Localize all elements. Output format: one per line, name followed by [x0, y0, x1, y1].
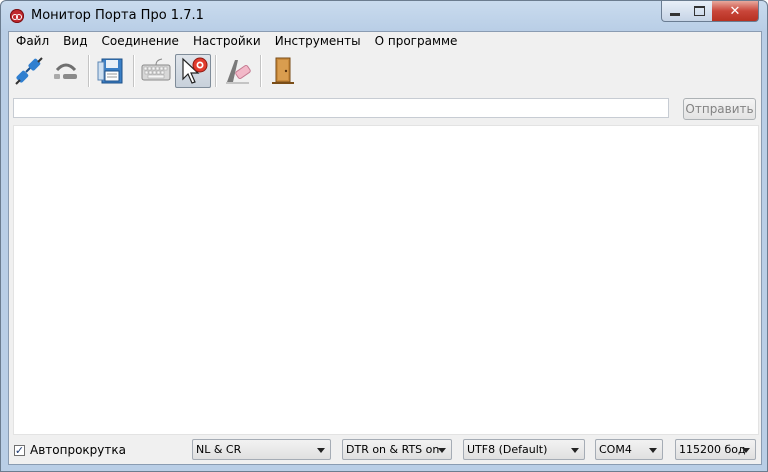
disconnect-button[interactable] [48, 54, 84, 88]
connect-button[interactable] [11, 54, 47, 88]
baud-value: 115200 бод [679, 443, 746, 456]
port-select[interactable]: COM4 [595, 439, 663, 460]
check-icon: ✓ [14, 443, 25, 457]
app-logo-icon[interactable] [10, 9, 24, 23]
send-input[interactable] [13, 98, 669, 118]
window-title: Монитор Порта Про 1.7.1 [31, 8, 204, 23]
close-icon: ✕ [729, 3, 741, 19]
encoding-value: UTF8 (Default) [467, 443, 548, 456]
autoscroll-checkbox[interactable]: ✓ [14, 445, 25, 456]
control-lines-value: DTR on & RTS on [346, 443, 440, 456]
minimize-icon [670, 13, 680, 16]
autoscroll-label[interactable]: Автопрокрутка [30, 443, 126, 457]
status-bar: ✓ Автопрокрутка NL & CR DTR on & RTS on … [9, 436, 761, 464]
menu-view[interactable]: Вид [56, 32, 94, 51]
clear-button[interactable] [220, 54, 256, 88]
save-log-button[interactable] [93, 54, 129, 88]
disconnect-icon [54, 63, 77, 79]
chevron-down-icon [649, 448, 657, 453]
keyboard-button[interactable] [138, 54, 174, 88]
toolbar-separator [260, 55, 262, 87]
encoding-select[interactable]: UTF8 (Default) [463, 439, 585, 460]
toolbar [9, 52, 763, 90]
connect-plug-icon [15, 57, 43, 85]
control-lines-select[interactable]: DTR on & RTS on [342, 439, 452, 460]
title-bar[interactable]: Монитор Порта Про 1.7.1 ✕ [1, 1, 767, 31]
menu-connection[interactable]: Соединение [94, 32, 185, 51]
line-ending-value: NL & CR [196, 443, 242, 456]
help-cursor-button[interactable] [175, 54, 211, 88]
toolbar-separator [88, 55, 90, 87]
chevron-down-icon [571, 448, 579, 453]
clear-eraser-icon [226, 60, 251, 84]
maximize-button[interactable] [687, 1, 713, 22]
output-log-area[interactable] [13, 125, 759, 435]
exit-door-icon [272, 57, 294, 84]
baud-select[interactable]: 115200 бод [675, 439, 756, 460]
maximize-icon [694, 6, 705, 16]
minimize-button[interactable] [661, 1, 689, 22]
port-value: COM4 [599, 443, 632, 456]
menu-settings[interactable]: Настройки [186, 32, 268, 51]
toolbar-separator [215, 55, 217, 87]
chevron-down-icon [742, 448, 750, 453]
cursor-help-icon [182, 57, 208, 84]
menu-bar: Файл Вид Соединение Настройки Инструмент… [9, 32, 761, 51]
send-button[interactable]: Отправить [683, 98, 756, 120]
menu-file[interactable]: Файл [9, 32, 56, 51]
line-ending-select[interactable]: NL & CR [192, 439, 331, 460]
chevron-down-icon [317, 448, 325, 453]
send-row: Отправить [13, 97, 759, 121]
save-log-icon [97, 58, 123, 84]
keyboard-icon [141, 58, 171, 81]
chevron-down-icon [438, 448, 446, 453]
close-button[interactable]: ✕ [712, 1, 759, 22]
app-window: Монитор Порта Про 1.7.1 ✕ Файл Вид Соеди… [0, 0, 768, 472]
menu-about[interactable]: О программе [368, 32, 465, 51]
exit-button[interactable] [265, 54, 301, 88]
menu-tools[interactable]: Инструменты [268, 32, 368, 51]
toolbar-separator [133, 55, 135, 87]
client-area: Файл Вид Соединение Настройки Инструмент… [8, 31, 762, 465]
